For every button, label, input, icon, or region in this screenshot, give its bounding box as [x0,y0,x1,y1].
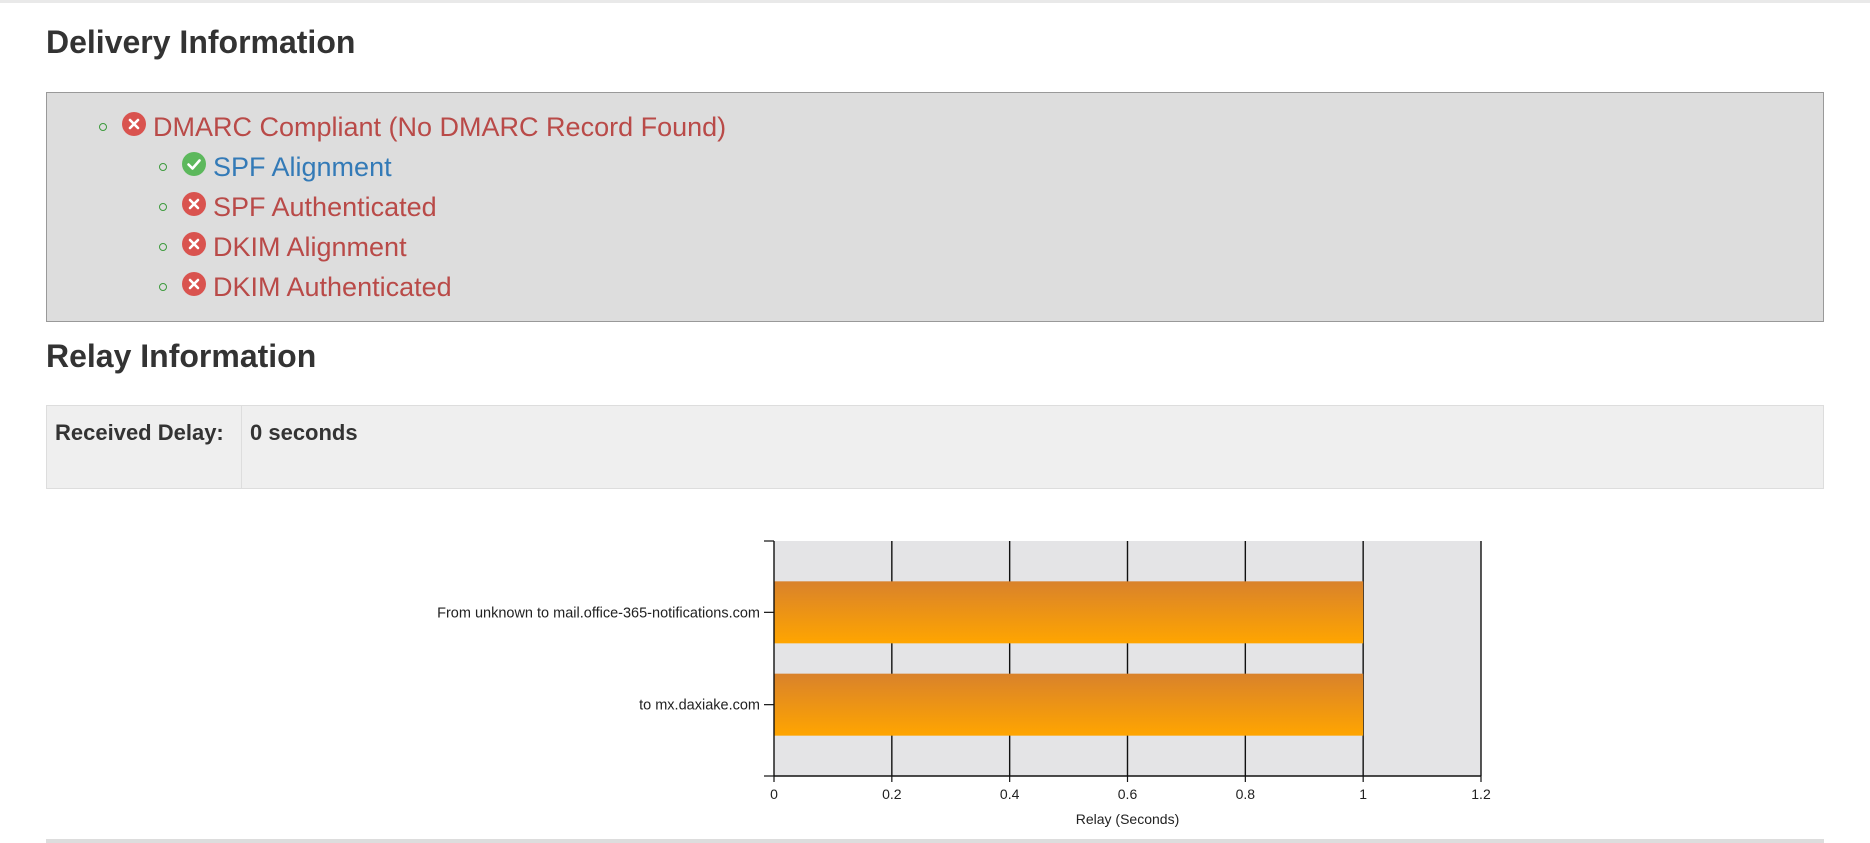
x-tick-label: 0.2 [882,786,902,802]
relay-delay-chart: 0 0.2 0.4 0.6 0.8 1 1.2 From unknown to mail.of… [437,540,1491,827]
bar [774,581,1364,644]
x-axis-title: Relay (Seconds) [1076,811,1180,827]
x-tick-label: 0 [770,786,778,802]
x-tick-label: 1 [1359,786,1367,802]
bar [774,673,1364,736]
x-tick-label: 0.4 [1000,786,1020,802]
x-tick-label: 0.6 [1118,786,1138,802]
y-category-label: to mx.daxiake.com [639,698,760,714]
x-tick-label: 0.8 [1236,786,1256,802]
y-category-label: From unknown to mail.office-365-notifica… [437,605,760,621]
bottom-divider [46,839,1824,843]
x-tick-label: 1.2 [1471,786,1491,802]
